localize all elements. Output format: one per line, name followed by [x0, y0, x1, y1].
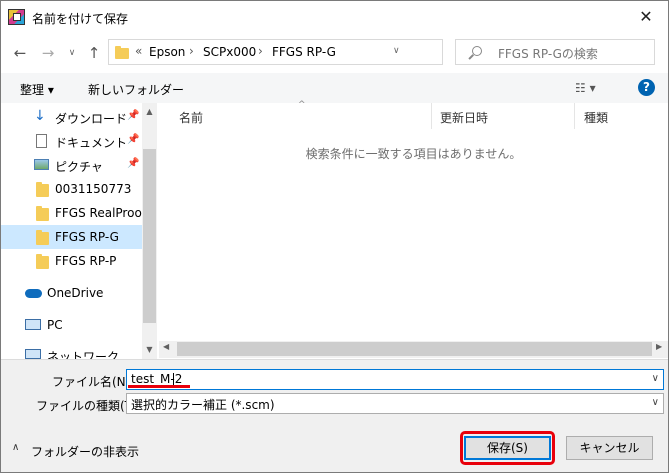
search-placeholder: FFGS RP-Gの検索	[498, 47, 598, 61]
forward-arrow-icon[interactable]: →	[38, 43, 58, 63]
address-dropdown-chevron-icon[interactable]: ∨	[393, 46, 400, 56]
chevron-right-icon: ›	[189, 44, 194, 58]
sidebar-item-label: ダウンロード	[55, 112, 128, 126]
sidebar-item-ffgs-realproof[interactable]: FFGS RealProof C	[1, 201, 157, 225]
chevron-up-icon[interactable]: ∧	[12, 442, 19, 453]
filename-value: test_M-2	[131, 372, 183, 386]
file-list[interactable]: 名前 ^ 更新日時 種類 検索条件に一致する項目はありません。	[159, 100, 668, 359]
sidebar-scroll-thumb[interactable]	[143, 149, 156, 323]
column-divider[interactable]	[574, 103, 575, 129]
chevron-down-icon[interactable]: ∨	[652, 397, 659, 408]
title-bar: 名前を付けて保存 ✕	[1, 1, 668, 33]
sidebar-item-label: ドキュメント	[55, 136, 128, 150]
download-arrow-icon: ↓	[34, 108, 46, 124]
sidebar-item-label: ピクチャ	[55, 160, 103, 174]
sidebar-item-downloads[interactable]: ↓ ダウンロード 📌	[1, 105, 142, 129]
address-bar[interactable]: « Epson › SCPx000 › FFGS RP-G ∨ ↻	[108, 39, 537, 65]
scroll-left-icon[interactable]: ◀	[163, 342, 169, 351]
chevron-down-icon[interactable]: ∨	[652, 373, 659, 384]
scroll-up-icon[interactable]: ▲	[142, 107, 157, 116]
pin-icon: 📌	[127, 158, 140, 169]
breadcrumb-ffgs-rp-g[interactable]: FFGS RP-G	[272, 45, 336, 59]
scroll-right-icon[interactable]: ▶	[656, 342, 662, 351]
sidebar-item-network[interactable]: ネットワーク	[1, 343, 142, 359]
save-button[interactable]: 保存(S)	[464, 436, 551, 460]
picture-icon	[34, 159, 49, 170]
sidebar-item-label: FFGS RP-G	[55, 230, 119, 244]
help-icon[interactable]: ?	[638, 79, 655, 96]
folder-icon	[36, 230, 49, 245]
folder-icon	[36, 206, 49, 221]
folder-icon	[115, 46, 129, 59]
sidebar-item-label: ネットワーク	[47, 350, 120, 359]
network-icon	[25, 349, 41, 359]
column-divider[interactable]	[431, 103, 432, 129]
file-list-scroll-thumb[interactable]	[177, 342, 652, 356]
sidebar-item-label: PC	[47, 318, 63, 332]
recent-locations-chevron-icon[interactable]: ∨	[62, 43, 82, 63]
close-button[interactable]: ✕	[631, 4, 661, 30]
sidebar-item-documents[interactable]: ドキュメント 📌	[1, 129, 142, 153]
column-header-name[interactable]: 名前	[179, 109, 203, 126]
breadcrumb-scpx000[interactable]: SCPx000	[203, 45, 256, 59]
filetype-value: 選択的カラー補正 (*.scm)	[131, 398, 275, 412]
folder-icon	[36, 182, 49, 197]
sidebar-item-onedrive[interactable]: OneDrive	[1, 281, 142, 305]
computer-icon	[25, 319, 41, 330]
sort-caret-icon: ^	[298, 100, 306, 110]
navigation-pane: ↓ ダウンロード 📌 ドキュメント 📌 ピクチャ 📌 0031150773 FF…	[1, 103, 157, 359]
scroll-down-icon[interactable]: ▼	[142, 345, 157, 354]
sidebar-item-ffgs-rp-p[interactable]: FFGS RP-P	[1, 249, 142, 273]
sidebar-item-label: 0031150773	[55, 182, 132, 196]
save-as-dialog: 名前を付けて保存 ✕ ← → ∨ ↑ « Epson › SCPx000 › F…	[0, 0, 669, 473]
folder-icon	[36, 254, 49, 269]
sidebar-item-label: OneDrive	[47, 286, 104, 300]
search-box[interactable]: FFGS RP-Gの検索	[455, 39, 655, 65]
empty-message: 検索条件に一致する項目はありません。	[305, 147, 522, 161]
new-folder-button[interactable]: 新しいフォルダー	[88, 81, 184, 98]
window-title: 名前を付けて保存	[32, 12, 129, 26]
organize-button[interactable]: 整理 ▾	[20, 81, 54, 98]
filetype-select[interactable]: 選択的カラー補正 (*.scm) ∨	[126, 393, 664, 414]
hide-folders-button[interactable]: フォルダーの非表示	[31, 443, 139, 460]
sidebar-item-0031150773[interactable]: 0031150773	[1, 177, 142, 201]
sidebar-item-pc[interactable]: PC	[1, 313, 142, 337]
pin-icon: 📌	[127, 134, 140, 145]
column-header-type[interactable]: 種類	[584, 109, 608, 126]
cloud-icon	[25, 289, 42, 298]
red-underline-annotation	[128, 385, 190, 388]
sidebar-item-pictures[interactable]: ピクチャ 📌	[1, 153, 142, 177]
cancel-button[interactable]: キャンセル	[566, 436, 653, 460]
up-arrow-icon[interactable]: ↑	[84, 43, 104, 63]
search-icon	[472, 46, 482, 56]
view-options-icon[interactable]: ☷ ▾	[575, 81, 596, 95]
sidebar-item-ffgs-rp-g[interactable]: FFGS RP-G	[1, 225, 142, 249]
filename-input[interactable]: test_M-2 ∨	[126, 369, 664, 390]
pin-icon: 📌	[127, 110, 140, 121]
chevron-right-icon: ›	[258, 44, 263, 58]
filename-label: ファイル名(N):	[52, 375, 135, 389]
app-icon	[8, 9, 25, 25]
back-arrow-icon[interactable]: ←	[10, 43, 30, 63]
sidebar-item-label: FFGS RP-P	[55, 254, 117, 268]
breadcrumb-overflow[interactable]: «	[135, 44, 142, 58]
breadcrumb-epson[interactable]: Epson	[149, 45, 185, 59]
document-icon	[36, 134, 47, 148]
column-header-modified[interactable]: 更新日時	[440, 109, 488, 126]
